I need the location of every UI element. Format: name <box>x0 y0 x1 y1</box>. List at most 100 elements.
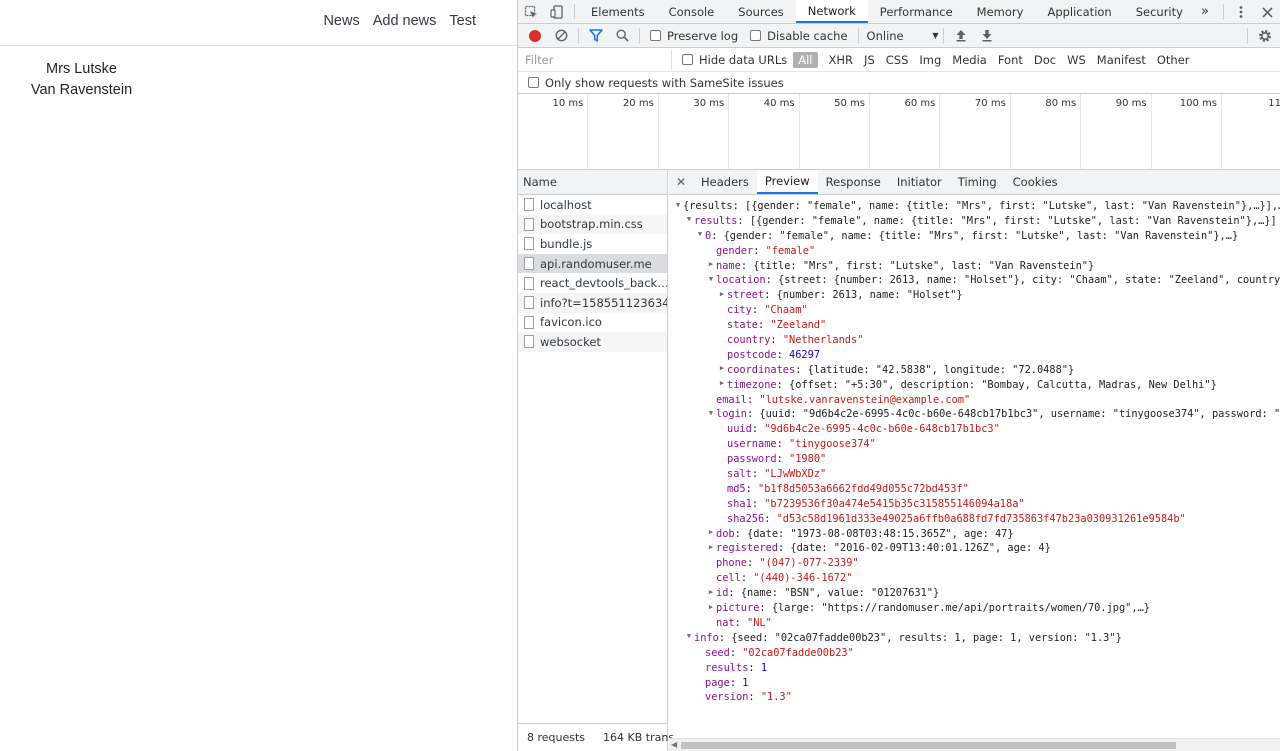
expanded-triangle-icon[interactable]: ▼ <box>706 272 716 287</box>
expanded-triangle-icon[interactable]: ▼ <box>706 406 716 421</box>
request-row[interactable]: api.randomuser.me <box>518 253 667 274</box>
expanded-triangle-icon[interactable]: ▼ <box>684 629 694 644</box>
json-tree-node[interactable]: ▼ {results: [{gender: "female", name: {ti… <box>669 199 1280 214</box>
detail-tab-preview[interactable]: Preview <box>756 170 818 194</box>
request-row[interactable]: bootstrap.min.css <box>518 214 667 235</box>
json-tree-node[interactable]: ▼ login: {uuid: "9d6b4c2e-6995-4c0c-b60e-… <box>669 407 1280 422</box>
filter-type-xhr[interactable]: XHR <box>824 52 859 68</box>
collapsed-triangle-icon[interactable]: ▶ <box>717 287 727 302</box>
clear-icon[interactable] <box>548 25 574 47</box>
toolbar-separator <box>1247 27 1248 44</box>
json-tree-node[interactable]: ▼ location: {street: {number: 2613, name:… <box>669 273 1280 288</box>
json-tree-node[interactable]: ▼ results: [{gender: "female", name: {tit… <box>669 214 1280 229</box>
collapsed-triangle-icon[interactable]: ▶ <box>717 376 727 391</box>
filter-type-manifest[interactable]: Manifest <box>1092 52 1151 68</box>
tab-performance[interactable]: Performance <box>868 0 965 23</box>
checkbox-box <box>650 30 661 41</box>
filter-type-js[interactable]: JS <box>859 52 880 68</box>
tab-elements[interactable]: Elements <box>579 0 657 23</box>
json-tree-node[interactable]: ▶ name: {title: "Mrs", first: "Lutske", l… <box>669 259 1280 274</box>
expanded-triangle-icon[interactable]: ▼ <box>673 199 683 212</box>
settings-gear-icon[interactable] <box>1252 25 1278 47</box>
filter-input[interactable]: Filter <box>522 49 672 70</box>
file-icon <box>524 257 534 271</box>
request-row[interactable]: websocket <box>518 332 667 352</box>
collapsed-triangle-icon[interactable]: ▶ <box>706 600 716 615</box>
search-icon[interactable] <box>609 25 635 47</box>
collapsed-triangle-icon[interactable]: ▶ <box>706 540 716 555</box>
tab-sources[interactable]: Sources <box>726 0 796 23</box>
json-tree-node[interactable]: ▶ id: {name: "BSN", value: "01207631"} <box>669 586 1280 601</box>
json-key: salt <box>727 468 752 481</box>
json-tree-node[interactable]: ▶ coordinates: {latitude: "42.5838", long… <box>669 363 1280 378</box>
device-toolbar-icon[interactable] <box>544 0 570 23</box>
filter-type-all[interactable]: All <box>793 51 818 68</box>
request-list-header-name[interactable]: Name <box>518 170 667 195</box>
scrollbar-thumb[interactable] <box>681 742 1176 749</box>
more-tabs-icon[interactable]: » <box>1195 0 1215 23</box>
filter-type-css[interactable]: CSS <box>881 52 914 68</box>
hide-data-urls-checkbox[interactable]: Hide data URLs <box>682 53 787 67</box>
json-object-preview: {title: "Mrs", first: "Lutske", last: "V… <box>753 259 1095 272</box>
request-row[interactable]: favicon.ico <box>518 313 667 333</box>
tab-network[interactable]: Network <box>795 0 868 23</box>
request-row[interactable]: info?t=1585511236348 <box>518 292 667 313</box>
detail-tab-initiator[interactable]: Initiator <box>889 170 950 194</box>
detail-tab-response[interactable]: Response <box>818 170 889 194</box>
filter-type-other[interactable]: Other <box>1152 52 1195 68</box>
disable-cache-checkbox[interactable]: Disable cache <box>750 29 848 43</box>
detail-tab-cookies[interactable]: Cookies <box>1005 170 1066 194</box>
expanded-triangle-icon[interactable]: ▼ <box>684 212 694 227</box>
scroll-left-arrow-icon[interactable]: ◀ <box>671 740 677 749</box>
collapsed-triangle-icon[interactable]: ▶ <box>717 361 727 376</box>
nav-add-news-link[interactable]: Add news <box>373 13 437 29</box>
filter-type-media[interactable]: Media <box>947 52 992 68</box>
filter-type-doc[interactable]: Doc <box>1029 52 1061 68</box>
detail-tab-timing[interactable]: Timing <box>950 170 1005 194</box>
request-row[interactable]: react_devtools_back… <box>518 273 667 293</box>
json-tree-node[interactable]: ▼ 0: {gender: "female", name: {title: "Mr… <box>669 229 1280 244</box>
request-count: 8 requests <box>527 731 586 744</box>
json-separator: : <box>751 304 765 317</box>
json-string-value: "1.3" <box>760 691 792 704</box>
throttling-select[interactable]: Online ▼ <box>867 29 939 43</box>
close-detail-icon[interactable]: ✕ <box>669 170 693 194</box>
kebab-menu-icon[interactable] <box>1228 0 1254 24</box>
json-tree-node[interactable]: ▶ registered: {date: "2016-02-09T13:40:01… <box>669 541 1280 556</box>
json-key: seed <box>705 646 730 659</box>
filter-type-ws[interactable]: WS <box>1062 52 1091 68</box>
export-har-icon[interactable] <box>974 25 1000 47</box>
request-row[interactable]: localhost <box>518 195 667 215</box>
filter-type-font[interactable]: Font <box>993 52 1028 68</box>
import-har-icon[interactable] <box>948 25 974 47</box>
tab-memory[interactable]: Memory <box>965 0 1036 23</box>
expanded-triangle-icon[interactable]: ▼ <box>695 227 705 242</box>
nav-test-link[interactable]: Test <box>449 13 476 29</box>
json-tree-node[interactable]: ▶ street: {number: 2613, name: "Holset"} <box>669 288 1280 303</box>
collapsed-triangle-icon[interactable]: ▶ <box>706 257 716 272</box>
horizontal-scrollbar[interactable]: ◀ <box>669 738 1280 751</box>
nav-news-link[interactable]: News <box>323 13 359 29</box>
request-row[interactable]: bundle.js <box>518 234 667 254</box>
json-tree-node[interactable]: ▶ picture: {large: "https://randomuser.me… <box>669 601 1280 616</box>
record-icon[interactable] <box>522 25 548 47</box>
tab-application[interactable]: Application <box>1035 0 1123 23</box>
json-tree-node[interactable]: ▶ dob: {date: "1973-08-08T03:48:15.365Z",… <box>669 527 1280 542</box>
close-devtools-icon[interactable] <box>1254 0 1280 24</box>
json-tree-node: phone: "(047)-077-2339" <box>669 556 1280 571</box>
filter-type-img[interactable]: Img <box>914 52 946 68</box>
json-tree-node: uuid: "9d6b4c2e-6995-4c0c-b60e-648cb17b1… <box>669 422 1280 437</box>
json-tree-node[interactable]: ▶ timezone: {offset: "+5:30", description… <box>669 378 1280 393</box>
collapsed-triangle-icon[interactable]: ▶ <box>706 525 716 540</box>
tab-security[interactable]: Security <box>1124 0 1195 23</box>
tab-console[interactable]: Console <box>657 0 727 23</box>
inspect-element-icon[interactable] <box>518 0 544 23</box>
network-overview-timeline[interactable]: 10 ms 20 ms 30 ms 40 ms 50 ms 60 ms 70 ms 80 ms… <box>518 94 1280 170</box>
json-object-preview: {results: [{gender: "female", name: {tit… <box>683 200 1280 212</box>
filter-icon[interactable] <box>583 25 609 47</box>
preserve-log-checkbox[interactable]: Preserve log <box>650 29 738 43</box>
samesite-checkbox[interactable]: Only show requests with SameSite issues <box>528 76 784 90</box>
detail-tab-headers[interactable]: Headers <box>693 170 757 194</box>
collapsed-triangle-icon[interactable]: ▶ <box>706 585 716 600</box>
json-tree-node[interactable]: ▼ info: {seed: "02ca07fadde00b23", result… <box>669 631 1280 646</box>
